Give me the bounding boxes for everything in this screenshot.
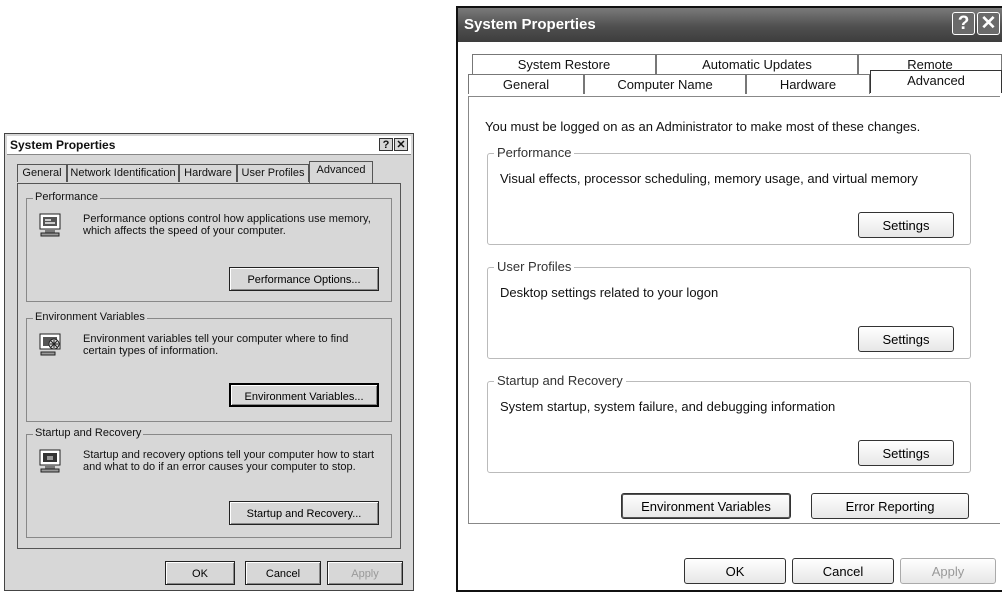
left-title-bar[interactable]: System Properties ? ✕ [7,136,411,155]
tab-general[interactable]: General [468,74,584,94]
environment-variables-button[interactable]: Environment Variables... [229,383,379,407]
startup-recovery-settings-button[interactable]: Settings [858,440,954,466]
performance-icon [39,213,61,237]
group-description: System startup, system failure, and debu… [500,399,836,414]
tab-advanced[interactable]: Advanced [870,70,1002,93]
tab-automatic-updates[interactable]: Automatic Updates [656,54,858,74]
environment-variables-button[interactable]: Environment Variables [621,493,791,519]
left-dialog-title: System Properties [10,138,116,152]
group-description: Performance options control how applicat… [83,213,371,237]
environment-icon [39,333,61,356]
startup-recovery-icon [39,449,61,473]
group-description: Desktop settings related to your logon [500,285,719,300]
tab-advanced[interactable]: Advanced [309,161,373,183]
performance-group: Performance Visual effects, processor sc… [487,145,971,245]
error-reporting-button[interactable]: Error Reporting [811,493,969,519]
left-advanced-panel: Performance Performance options control … [17,183,401,549]
performance-options-button[interactable]: Performance Options... [229,267,379,291]
user-profiles-group: User Profiles Desktop settings related t… [487,259,971,359]
group-label: User Profiles [494,259,575,274]
performance-group: Performance Performance options control … [26,191,392,302]
apply-button[interactable]: Apply [327,561,403,585]
cancel-button[interactable]: Cancel [792,558,894,584]
cancel-button[interactable]: Cancel [245,561,321,585]
tab-hardware[interactable]: Hardware [179,164,237,182]
group-label: Performance [33,191,100,203]
ok-button[interactable]: OK [684,558,786,584]
tab-system-restore[interactable]: System Restore [472,54,656,74]
group-description: Environment variables tell your computer… [83,333,349,357]
startup-recovery-group: Startup and Recovery Startup and recover… [26,427,392,538]
tab-computer-name[interactable]: Computer Name [584,74,746,94]
right-title-bar[interactable]: System Properties ? ✕ [458,8,1002,42]
group-label: Environment Variables [33,311,147,323]
help-icon[interactable]: ? [952,12,975,35]
tab-general[interactable]: General [17,164,67,182]
close-icon[interactable]: ✕ [394,138,408,151]
close-icon[interactable]: ✕ [977,12,1000,35]
help-icon[interactable]: ? [379,138,393,151]
group-label: Performance [494,145,575,160]
group-description: Visual effects, processor scheduling, me… [500,171,918,186]
admin-notice: You must be logged on as an Administrato… [485,119,921,134]
startup-and-recovery-button[interactable]: Startup and Recovery... [229,501,379,525]
startup-recovery-group: Startup and Recovery System startup, sys… [487,373,971,473]
group-label: Startup and Recovery [494,373,626,388]
left-system-properties-dialog: System Properties ? ✕ General Network Id… [4,133,414,591]
right-dialog-title: System Properties [464,16,596,33]
group-description: Startup and recovery options tell your c… [83,449,375,473]
environment-variables-group: Environment Variables Environment variab… [26,311,392,422]
ok-button[interactable]: OK [165,561,235,585]
tab-network-identification[interactable]: Network Identification [67,164,179,182]
apply-button[interactable]: Apply [900,558,996,584]
group-label: Startup and Recovery [33,427,144,439]
tab-hardware[interactable]: Hardware [746,74,870,94]
right-system-properties-dialog: System Properties ? ✕ System Restore Aut… [456,6,1002,592]
tab-user-profiles[interactable]: User Profiles [237,164,309,182]
performance-settings-button[interactable]: Settings [858,212,954,238]
user-profiles-settings-button[interactable]: Settings [858,326,954,352]
right-advanced-panel: You must be logged on as an Administrato… [468,96,1000,524]
